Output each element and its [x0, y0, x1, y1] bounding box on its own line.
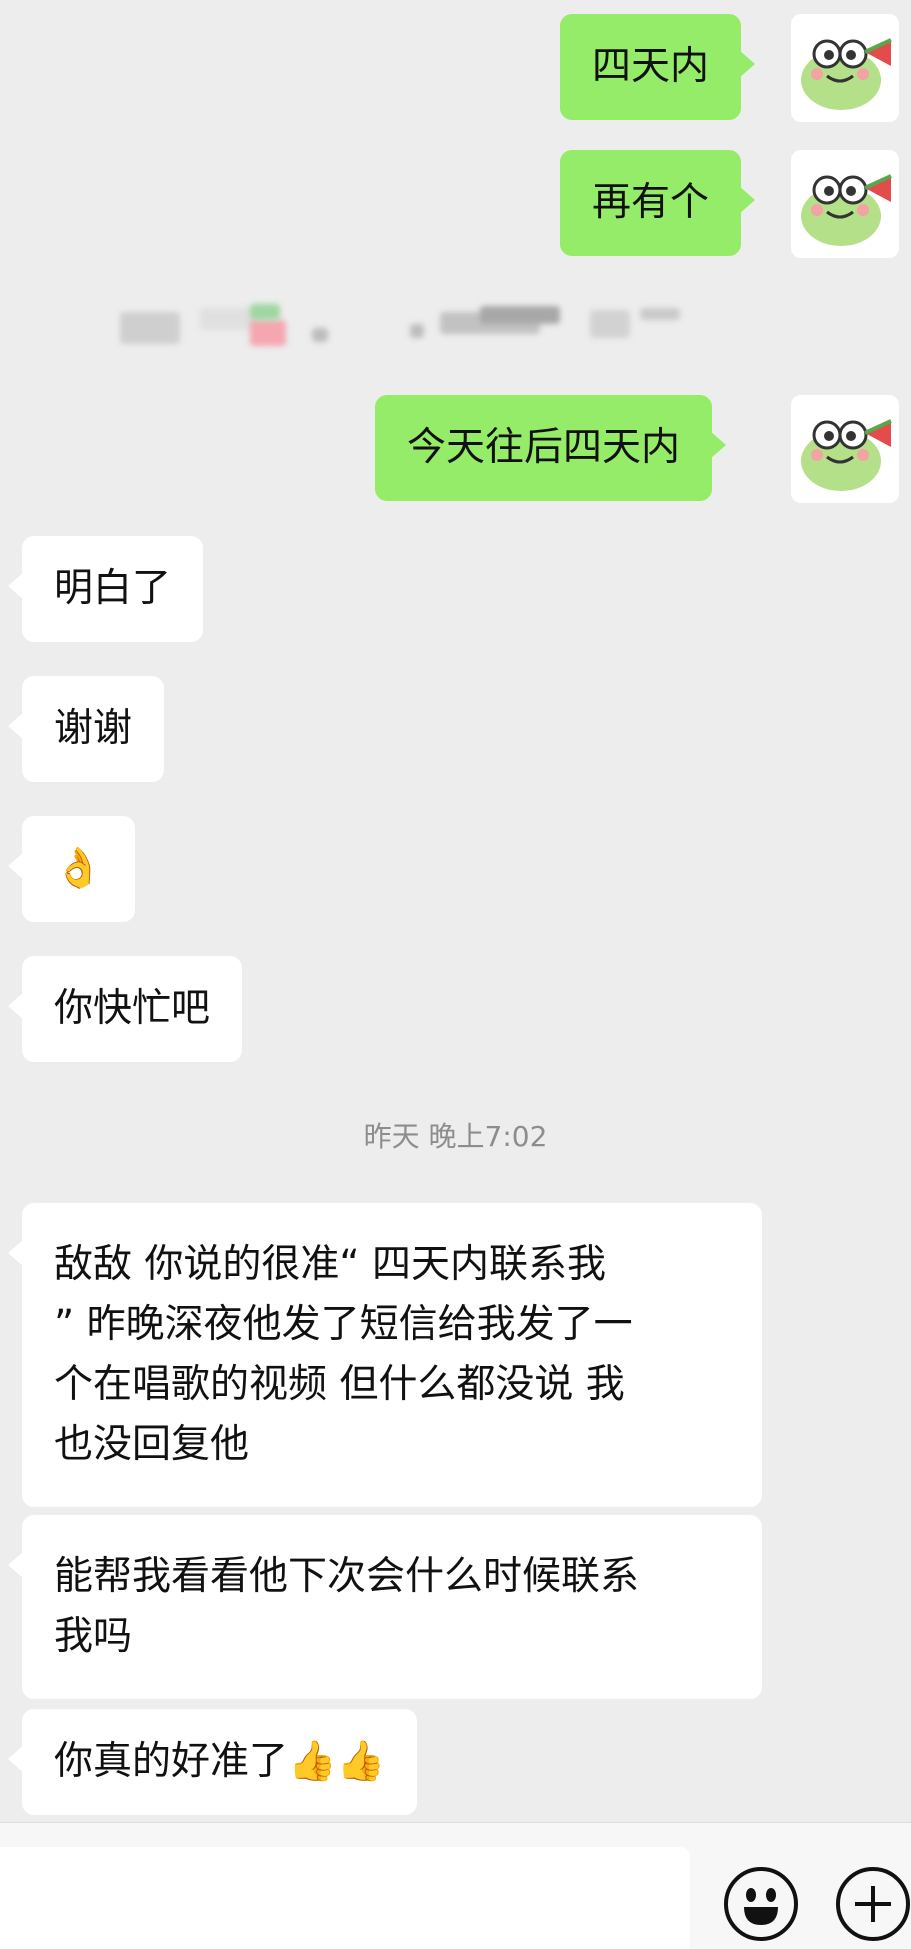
user-avatar[interactable] [791, 14, 899, 122]
outgoing-message-bubble[interactable]: 今天往后四天内 [375, 395, 727, 501]
incoming-message-bubble[interactable]: 👌 [8, 816, 135, 922]
outgoing-message-bubble[interactable]: 再有个 [560, 150, 756, 256]
message-text: 四天内 [592, 44, 710, 89]
message-text: 今天往后四天内 [407, 425, 681, 470]
message-text: 再有个 [592, 180, 710, 225]
emoji-face-glyph [744, 1888, 778, 1925]
incoming-message-bubble[interactable]: 你快忙吧 [7, 956, 243, 1062]
user-avatar[interactable] [791, 395, 899, 503]
message-input[interactable] [0, 1847, 690, 1949]
incoming-message-bubble[interactable]: 明白了 [7, 536, 204, 642]
message-text: 谢谢 [54, 706, 133, 751]
message-text: 你真的好准了👍👍 [54, 1739, 386, 1784]
message-text: 敌敌 你说的很准“ 四天内联系我 ” 昨晚深夜他发了短信给我发了一 个在唱歌的视… [54, 1242, 633, 1467]
incoming-message-bubble[interactable]: 你真的好准了👍👍 [7, 1709, 418, 1815]
chat-input-bar [0, 1822, 911, 1949]
incoming-message-bubble[interactable]: 谢谢 [7, 676, 165, 782]
message-text: 能帮我看看他下次会什么时候联系 我吗 [54, 1554, 640, 1659]
message-text: 明白了 [54, 566, 172, 611]
incoming-message-bubble[interactable]: 敌敌 你说的很准“ 四天内联系我 ” 昨晚深夜他发了短信给我发了一 个在唱歌的视… [8, 1203, 762, 1507]
redacted-content [90, 298, 730, 358]
message-emoji: 👌 [54, 846, 103, 891]
incoming-message-bubble[interactable]: 能帮我看看他下次会什么时候联系 我吗 [8, 1515, 762, 1699]
frog-avatar-icon [801, 38, 892, 110]
frog-avatar-icon [801, 419, 892, 491]
outgoing-message-bubble[interactable]: 四天内 [560, 14, 756, 120]
chat-timestamp: 昨天 晚上7:02 [363, 1120, 548, 1153]
message-text: 你快忙吧 [54, 986, 211, 1031]
user-avatar[interactable] [791, 150, 899, 258]
frog-avatar-icon [801, 174, 892, 246]
plus-icon[interactable] [836, 1867, 910, 1941]
emoji-face-icon[interactable] [724, 1867, 798, 1941]
